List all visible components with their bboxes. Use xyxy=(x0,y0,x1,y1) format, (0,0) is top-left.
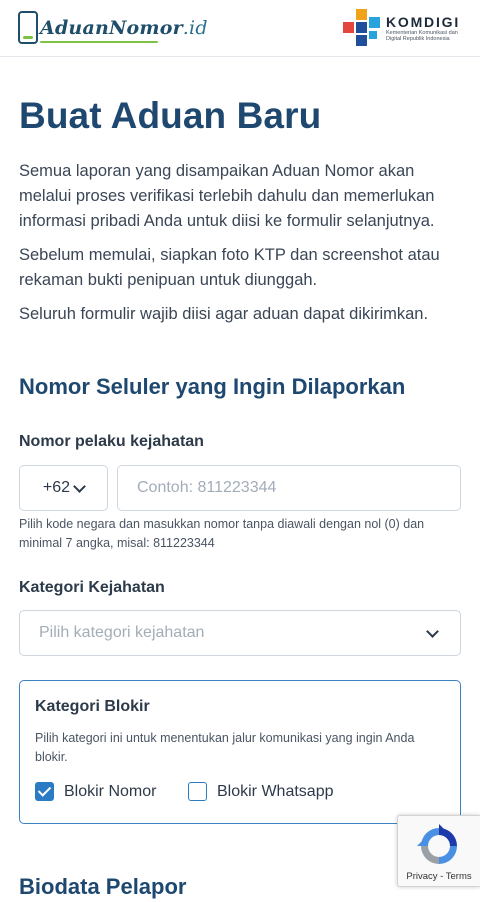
country-code-select[interactable]: +62 xyxy=(19,465,108,511)
chevron-down-icon xyxy=(426,624,439,638)
phone-number-input[interactable] xyxy=(117,465,461,511)
brand-main: AduanNomor xyxy=(40,16,183,39)
crime-category-label: Kategori Kejahatan xyxy=(19,579,165,596)
block-number-checkbox[interactable] xyxy=(35,782,54,801)
country-code-value: +62 xyxy=(42,479,71,496)
section-title-reported-number: Nomor Seluler yang Ingin Dilaporkan xyxy=(19,374,406,399)
crime-category-select[interactable]: Pilih kategori kejahatan xyxy=(19,610,461,656)
block-category-description: Pilih kategori ini untuk menentukan jalu… xyxy=(35,731,415,764)
komdigi-logo[interactable]: KOMDIGI Kementerian Komunikasi dan Digit… xyxy=(343,9,468,47)
recaptcha-icon xyxy=(417,824,457,864)
block-whatsapp-checkbox[interactable] xyxy=(188,782,207,801)
block-category-panel: Kategori Blokir Pilih kategori ini untuk… xyxy=(19,680,461,824)
phone-label: Nomor pelaku kejahatan xyxy=(19,433,204,450)
brand-suffix: .id xyxy=(182,16,208,39)
recaptcha-badge[interactable]: Privacy - Terms xyxy=(397,815,480,887)
intro-paragraph-1: Semua laporan yang disampaikan Aduan Nom… xyxy=(19,162,435,230)
block-number-label: Blokir Nomor xyxy=(64,782,157,800)
page-title: Buat Aduan Baru xyxy=(19,95,322,136)
intro-paragraph-2: Sebelum memulai, siapkan foto KTP dan sc… xyxy=(19,246,440,289)
chevron-down-icon xyxy=(73,479,86,493)
crime-category-placeholder: Pilih kategori kejahatan xyxy=(39,624,205,641)
block-number-option[interactable]: Blokir Nomor xyxy=(35,782,156,801)
brand-wordmark: AduanNomor.id xyxy=(40,17,208,39)
komdigi-name: KOMDIGI xyxy=(386,13,461,30)
section-title-reporter-bio: Biodata Pelapor xyxy=(19,874,187,899)
aduannomor-logo[interactable]: AduanNomor.id xyxy=(18,11,208,44)
phone-icon xyxy=(18,11,38,44)
recaptcha-links[interactable]: Privacy - Terms xyxy=(398,871,480,882)
komdigi-mark-icon xyxy=(343,9,381,47)
site-header: AduanNomor.id KOMDIGI Kementerian Komuni… xyxy=(0,0,480,57)
block-whatsapp-label: Blokir Whatsapp xyxy=(217,782,334,800)
block-category-title: Kategori Blokir xyxy=(35,698,150,715)
komdigi-subtitle: Kementerian Komunikasi dan Digital Repub… xyxy=(386,29,458,43)
intro-paragraph-3: Seluruh formulir wajib diisi agar aduan … xyxy=(19,305,429,323)
phone-hint: Pilih kode negara dan masukkan nomor tan… xyxy=(19,517,425,550)
block-whatsapp-option[interactable]: Blokir Whatsapp xyxy=(188,782,334,801)
brand-underline xyxy=(40,41,158,43)
